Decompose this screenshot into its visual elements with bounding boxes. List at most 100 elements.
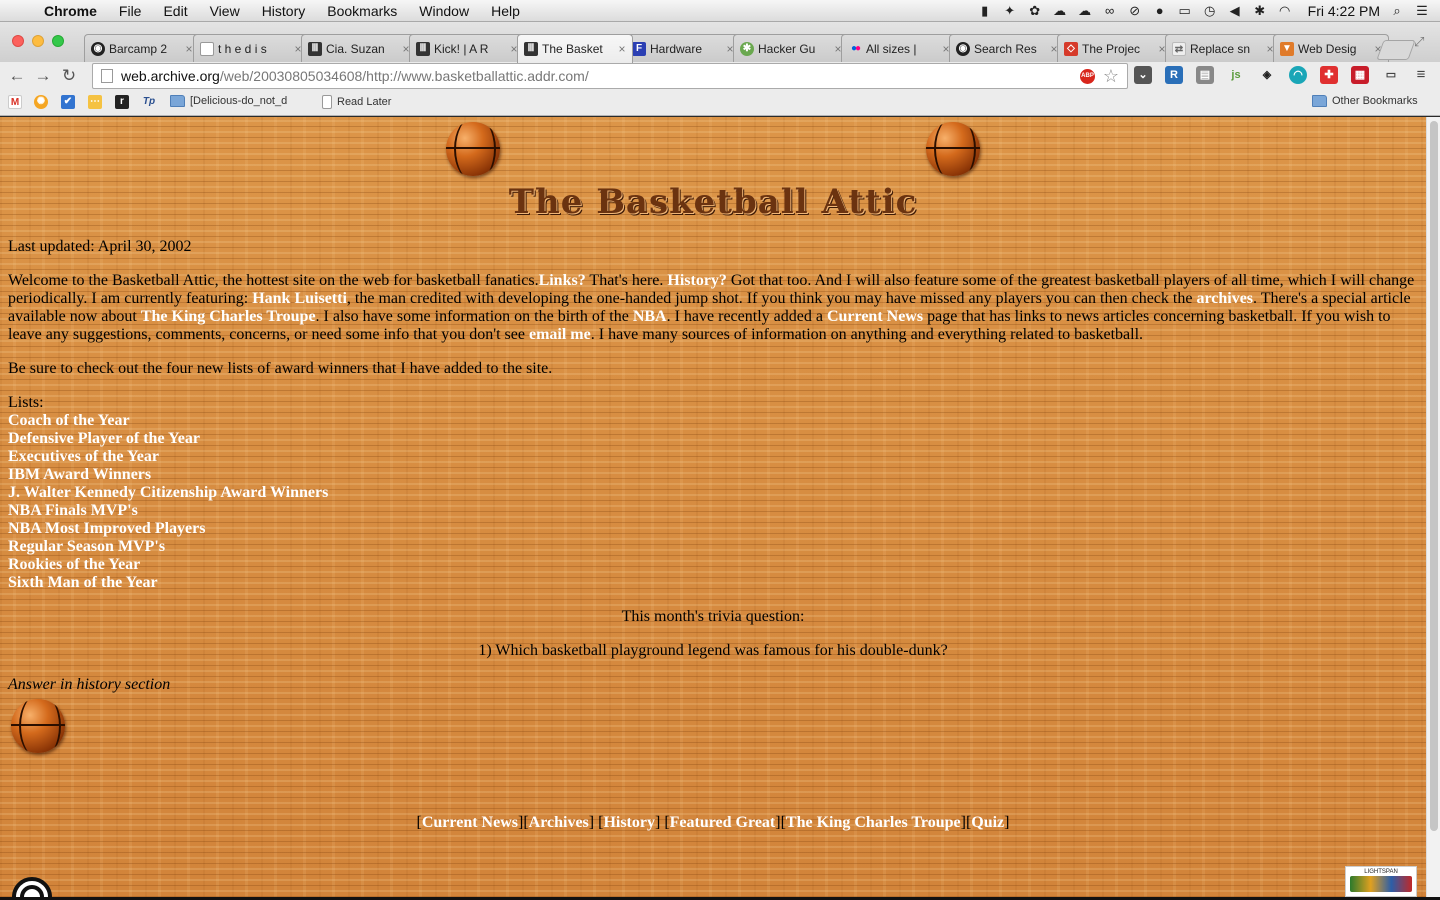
tab-hardware[interactable]: F Hardware × [625,34,741,62]
list-link-regular-season-mvp[interactable]: Regular Season MVP's [8,538,1420,556]
tab-hacker-guide[interactable]: ✱ Hacker Gu × [733,34,849,62]
minimize-window-button[interactable] [32,35,44,47]
feedly-icon[interactable]: ◠ [1289,66,1307,84]
list-link-coach-of-the-year[interactable]: Coach of the Year [8,412,1420,430]
tab-flickr-all-sizes[interactable]: ●● All sizes | × [841,34,957,62]
delicious-bookmark[interactable]: ✔ [61,95,80,109]
do-not-disturb-icon[interactable]: ⊘ [1127,3,1143,18]
lastpass-icon[interactable]: ▦ [1351,66,1369,84]
list-link-sixth-man[interactable]: Sixth Man of the Year [8,574,1420,592]
airplay-icon[interactable]: ▭ [1177,3,1193,18]
list-link-defensive-player[interactable]: Defensive Player of the Year [8,430,1420,448]
list-link-citizenship-award[interactable]: J. Walter Kennedy Citizenship Award Winn… [8,484,1420,502]
tab-search-results[interactable]: ◉ Search Res × [949,34,1065,62]
menu-view[interactable]: View [199,3,251,19]
bookmark-star-icon[interactable]: ☆ [1103,66,1119,87]
readability-icon[interactable]: R [1165,66,1183,84]
nba-link[interactable]: NBA [633,308,667,325]
menu-file[interactable]: File [108,3,153,19]
bookmark-read-later[interactable]: Read Later [322,95,391,109]
evernote-icon[interactable]: ✚ [1320,66,1338,84]
cast-icon[interactable]: ▭ [1382,66,1400,84]
menu-help[interactable]: Help [480,3,531,19]
last-updated: Last updated: April 30, 2002 [8,238,192,255]
footer-link-quiz[interactable]: Quiz [971,814,1004,831]
javascript-extension-icon[interactable]: js [1227,66,1245,84]
list-link-executives[interactable]: Executives of the Year [8,448,1420,466]
dropbox-icon[interactable]: ✦ [1002,3,1018,18]
new-tab-button[interactable] [1376,40,1416,60]
list-link-rookies[interactable]: Rookies of the Year [8,556,1420,574]
footer-link-king-charles-troupe[interactable]: The King Charles Troupe [786,814,961,831]
app-status-icon[interactable]: ✿ [1027,3,1043,18]
tab-title: t h e d i s [218,41,267,56]
page-scrollbar[interactable] [1426,117,1440,897]
bluetooth-icon[interactable]: ✱ [1252,3,1268,18]
volume-icon[interactable]: ◀ [1227,3,1243,18]
hank-luisetti-link[interactable]: Hank Luisetti [252,290,347,307]
tab-the-dis[interactable]: t h e d i s × [193,34,309,62]
sun-bookmark[interactable]: ✺ [34,95,53,109]
intro-text: That's here. [585,272,668,289]
wayback-logo-icon[interactable] [12,869,52,897]
footer-link-current-news[interactable]: Current News [422,814,518,831]
archives-link[interactable]: archives [1196,290,1253,307]
zoom-window-button[interactable] [52,35,64,47]
time-machine-icon[interactable]: ◷ [1202,3,1218,18]
menu-app-name[interactable]: Chrome [40,3,108,19]
footer-link-history[interactable]: History [603,814,655,831]
pocket-icon[interactable]: ⌄ [1134,66,1152,84]
close-window-button[interactable] [12,35,24,47]
other-bookmarks[interactable]: Other Bookmarks [1312,95,1418,107]
history-link[interactable]: History? [667,272,727,289]
footer-link-archives[interactable]: Archives [529,814,589,831]
tab-title: Cia. Suzan [326,41,385,56]
bookmark-folder-delicious[interactable]: [Delicious-do_not_d [170,95,287,107]
notification-center-icon[interactable]: ☰ [1414,3,1430,18]
tab-web-design[interactable]: ▼ Web Desig × [1273,34,1389,62]
chrome-menu-icon[interactable]: ≡ [1412,66,1430,84]
links-link[interactable]: Links? [539,272,586,289]
menu-history[interactable]: History [251,3,317,19]
footer-link-featured-great[interactable]: Featured Great [670,814,776,831]
menu-window[interactable]: Window [408,3,480,19]
record-icon[interactable]: ● [1152,3,1168,18]
current-news-link[interactable]: Current News [827,308,923,325]
list-link-most-improved[interactable]: NBA Most Improved Players [8,520,1420,538]
menu-bookmarks[interactable]: Bookmarks [316,3,408,19]
tab-barcamp[interactable]: ◉ Barcamp 2 × [84,34,200,62]
cloud-sync-icon[interactable]: ☁ [1077,3,1093,18]
list-link-ibm-award[interactable]: IBM Award Winners [8,466,1420,484]
glasses-icon[interactable]: ∞ [1102,3,1118,18]
lightspan-badge[interactable]: LIGHTSPAN [1345,866,1417,897]
forward-arrow-icon[interactable]: → [30,66,56,86]
menu-clock[interactable]: Fri 4:22 PM [1308,3,1380,19]
address-bar[interactable]: web.archive.org /web/20030805034608/http… [92,63,1128,89]
tab-the-project[interactable]: ◇ The Projec × [1057,34,1173,62]
adblock-icon[interactable]: ABP [1080,69,1095,84]
wifi-icon[interactable]: ◠ [1277,3,1293,18]
close-tab-icon[interactable]: × [616,42,628,56]
readability-bookmark[interactable]: r [115,95,134,109]
tab-basketball-attic[interactable]: Ⅲ The Basket × [517,34,633,63]
fullscreen-icon[interactable]: ⤢ [1414,34,1424,50]
menu-edit[interactable]: Edit [152,3,198,19]
tab-kick[interactable]: Ⅲ Kick! | A R × [409,34,525,62]
tab-replace[interactable]: ⇄ Replace sn × [1165,34,1281,62]
gmail-bookmark[interactable]: M [8,95,27,109]
page-info-icon[interactable] [101,69,113,83]
tab-cia-suzan[interactable]: Ⅲ Cia. Suzan × [301,34,417,62]
typepad-bookmark[interactable]: Tp [142,95,161,109]
spotlight-search-icon[interactable]: ⌕ [1389,3,1405,18]
instapaper-bookmark[interactable]: ⋯ [88,95,107,109]
reload-icon[interactable]: ↻ [56,66,82,86]
email-me-link[interactable]: email me [529,326,591,343]
battery-icon[interactable]: ▮ [977,3,993,18]
scrollbar-thumb[interactable] [1430,121,1438,831]
king-charles-troupe-link[interactable]: The King Charles Troupe [141,308,316,325]
tag-extension-icon[interactable]: ▤ [1196,66,1214,84]
sync-extension-icon[interactable]: ◈ [1258,66,1276,84]
cloud-icon[interactable]: ☁ [1052,3,1068,18]
list-link-finals-mvp[interactable]: NBA Finals MVP's [8,502,1420,520]
back-arrow-icon[interactable]: ← [4,66,30,86]
